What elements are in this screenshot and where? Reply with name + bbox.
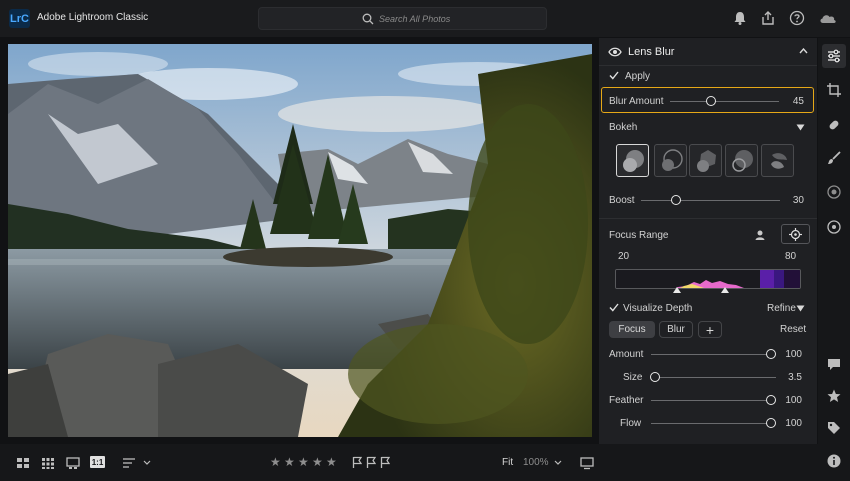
add-tab-button[interactable]: + [698,321,722,338]
flow-label: Flow [620,418,642,429]
crop-icon[interactable] [826,82,842,98]
healing-icon[interactable] [826,117,842,133]
app-title: Adobe Lightroom Classic [37,12,149,23]
amount-slider[interactable] [766,349,776,359]
cloud-icon[interactable] [818,10,838,26]
sort-icon[interactable] [122,456,136,470]
sort-chevron-down-icon[interactable] [143,460,151,465]
bokeh-circle-button[interactable] [616,144,649,177]
blur-amount-highlight [601,87,814,113]
focus-range-right-handle[interactable] [721,287,729,293]
depth-histogram[interactable] [615,269,801,289]
depth-histogram-graph [616,270,800,288]
amount-value[interactable]: 100 [777,349,802,360]
photo-preview[interactable] [8,44,592,437]
bokeh-cateye-icon [771,153,787,169]
size-slider[interactable] [650,372,660,382]
rating-star-4[interactable]: ★ [312,455,323,469]
grid-view-icon[interactable] [16,456,30,470]
preset-icon[interactable] [826,219,842,235]
feather-slider[interactable] [766,395,776,405]
size-value[interactable]: 3.5 [777,372,802,383]
rating-star-5[interactable]: ★ [326,455,337,469]
focus-range-left-handle[interactable] [673,287,681,293]
boost-slider[interactable] [671,195,681,205]
bokeh-cateye-button[interactable] [761,144,794,177]
visualize-depth-label: Visualize Depth [623,303,693,314]
help-icon[interactable] [789,10,805,26]
sliders-icon [828,49,840,63]
flag-pick-icon[interactable] [352,456,362,468]
search-input[interactable] [379,12,529,26]
share-icon[interactable] [760,10,776,26]
amount-label: Amount [609,349,644,360]
zoom-fit-button[interactable]: Fit [502,457,513,468]
compare-view-icon[interactable] [580,456,594,470]
bokeh-dropdown-icon[interactable] [796,124,805,131]
search-box[interactable] [258,7,547,30]
app-logo: LrC [9,9,30,28]
filmstrip-icon[interactable] [66,456,80,470]
refine-dropdown-icon[interactable] [796,305,805,312]
bokeh-ring-button[interactable] [725,144,758,177]
amount-track[interactable] [651,354,772,355]
feather-track[interactable] [651,400,772,401]
refine-button[interactable]: Refine [767,303,796,314]
flow-track[interactable] [651,423,772,424]
zoom-chevron-down-icon[interactable] [554,460,562,465]
rating-star-2[interactable]: ★ [284,455,295,469]
boost-label: Boost [609,195,635,206]
bokeh-blade-icon [697,150,716,172]
brush-icon[interactable] [826,150,842,166]
comment-icon[interactable] [826,356,842,372]
focus-range-label: Focus Range [609,230,669,241]
edit-tool-button[interactable] [822,44,846,68]
flow-value[interactable]: 100 [777,418,802,429]
crosshair-icon [789,228,802,241]
size-label: Size [623,372,643,383]
visualize-depth-checkbox[interactable] [609,303,619,312]
feather-label: Feather [609,395,644,406]
star-icon[interactable] [826,388,842,404]
bottom-toolbar: 1:1 ★ ★ ★ ★ ★ Fit 100% [0,444,818,481]
point-focus-button[interactable] [781,224,810,244]
boost-track[interactable] [641,200,780,201]
tab-blur[interactable]: Blur [659,321,693,338]
zoom-level[interactable]: 100% [523,457,549,468]
flag-reject-icon[interactable] [366,456,376,468]
info-icon[interactable] [826,453,842,469]
rating-star-3[interactable]: ★ [298,455,309,469]
focus-range-max: 80 [785,251,797,262]
bokeh-label: Bokeh [609,122,638,133]
eye-icon[interactable] [608,47,622,57]
panel-title: Lens Blur [628,46,675,58]
bell-icon[interactable] [732,10,748,26]
bokeh-bubble-icon [662,149,683,171]
rating-star-1[interactable]: ★ [270,455,281,469]
bokeh-ring-icon [732,150,753,172]
focus-range-min: 20 [618,251,630,262]
redeye-icon[interactable] [826,184,842,200]
subject-focus-icon[interactable] [753,228,767,242]
right-tool-rail [818,38,850,481]
bokeh-blade-button[interactable] [689,144,722,177]
one-to-one-view-button[interactable]: 1:1 [90,456,105,468]
reset-button[interactable]: Reset [780,324,806,335]
bokeh-circle-icon [623,150,644,172]
flow-slider[interactable] [766,418,776,428]
apply-checkbox[interactable] [609,71,619,80]
boost-value[interactable]: 30 [779,195,804,206]
top-bar: LrC Adobe Lightroom Classic [0,0,850,37]
bokeh-bubble-button[interactable] [654,144,687,177]
chevron-up-icon[interactable] [799,48,808,54]
apply-label: Apply [625,71,651,82]
size-track[interactable] [654,377,776,378]
tag-icon[interactable] [826,420,842,436]
feather-value[interactable]: 100 [777,395,802,406]
search-icon [362,13,374,25]
tab-focus[interactable]: Focus [609,321,655,338]
flag-unflag-icon[interactable] [380,456,390,468]
small-grid-icon[interactable] [41,456,55,470]
